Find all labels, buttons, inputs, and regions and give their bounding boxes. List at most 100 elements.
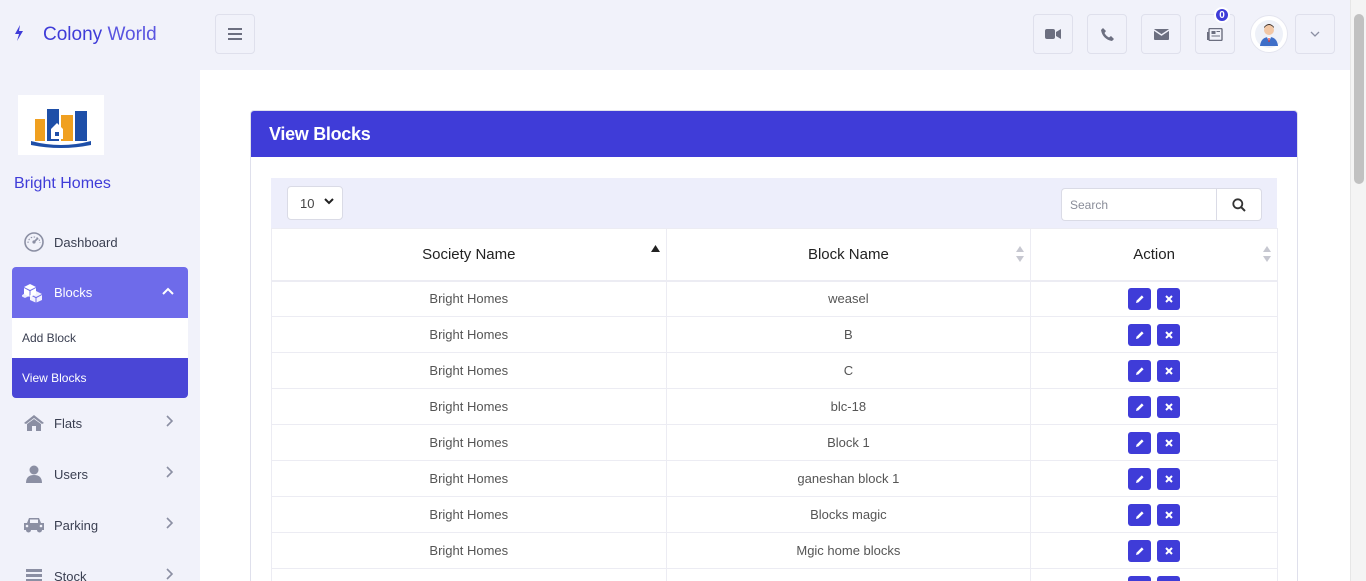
sort-both-icon — [1016, 246, 1025, 264]
chevron-right-icon — [166, 517, 174, 532]
table-toolbar: 10 — [271, 178, 1277, 228]
society-logo — [18, 95, 104, 155]
close-icon — [1164, 546, 1173, 555]
search-icon — [1232, 197, 1246, 212]
sidebar-item-users[interactable]: Users — [12, 454, 188, 494]
cell-society-name: Bright Homes — [271, 460, 667, 497]
cell-action — [1030, 388, 1278, 425]
close-icon — [1164, 402, 1173, 411]
edit-button[interactable] — [1128, 503, 1152, 526]
topbar: 0 — [200, 0, 1350, 70]
delete-button[interactable] — [1157, 503, 1181, 526]
delete-button[interactable] — [1157, 431, 1181, 454]
page-length-select[interactable]: 10 — [287, 186, 343, 220]
chevron-right-icon — [166, 568, 174, 581]
brand-name-part2: World — [107, 24, 157, 45]
sidebar-item-label: Stock — [54, 568, 87, 581]
delete-button[interactable] — [1157, 323, 1181, 346]
close-icon — [1164, 330, 1173, 339]
pencil-icon — [1135, 474, 1145, 484]
menu-toggle-button[interactable] — [215, 14, 255, 54]
car-icon — [22, 515, 46, 535]
cell-action — [1030, 424, 1278, 461]
delete-button[interactable] — [1157, 287, 1181, 310]
table-row: Bright Homes Blocks magic — [271, 496, 1278, 533]
scrollbar-thumb[interactable] — [1354, 14, 1364, 184]
edit-button[interactable] — [1128, 539, 1152, 562]
page-scrollbar[interactable] — [1350, 0, 1366, 581]
sidebar: Bright Homes Dashboard Blocks Add Block … — [0, 70, 200, 581]
cell-block-name: blc-18 — [665, 388, 1032, 425]
cell-block-name: ganeshan block 1 — [665, 460, 1032, 497]
pencil-icon — [1135, 546, 1145, 556]
video-call-button[interactable] — [1033, 14, 1073, 54]
edit-button[interactable] — [1128, 395, 1152, 418]
edit-button[interactable] — [1128, 467, 1152, 490]
sidebar-item-dashboard[interactable]: Dashboard — [12, 222, 188, 262]
edit-button[interactable] — [1128, 575, 1152, 581]
edit-button[interactable] — [1128, 431, 1152, 454]
sidebar-subitem-view-blocks[interactable]: View Blocks — [12, 358, 188, 398]
cell-block-name: Mgic home blocks — [665, 532, 1032, 569]
main-content: View Blocks 10 Society Name — [200, 70, 1350, 581]
sidebar-item-label: Dashboard — [54, 234, 118, 250]
cell-action — [1030, 352, 1278, 389]
table-row: Bright Homes Block 1 — [271, 424, 1278, 461]
cell-action — [1030, 532, 1278, 569]
pencil-icon — [1135, 510, 1145, 520]
delete-button[interactable] — [1157, 395, 1181, 418]
mail-button[interactable] — [1141, 14, 1181, 54]
bolt-icon — [14, 25, 32, 45]
delete-button[interactable] — [1157, 467, 1181, 490]
society-name: Bright Homes — [14, 175, 111, 192]
sort-both-icon — [1263, 246, 1271, 264]
notification-badge: 0 — [1214, 7, 1230, 23]
delete-button[interactable] — [1157, 575, 1181, 581]
cell-action — [1030, 280, 1278, 317]
column-header-block-name[interactable]: Block Name — [665, 228, 1032, 282]
sidebar-item-flats[interactable]: Flats — [12, 403, 188, 443]
page-length-value: 10 — [300, 195, 315, 211]
delete-button[interactable] — [1157, 539, 1181, 562]
column-header-label: Society Name — [422, 245, 516, 263]
notifications-button[interactable]: 0 — [1195, 7, 1235, 54]
table-row: Bright Homes ganeshan block 1 — [271, 460, 1278, 497]
building-logo-icon — [31, 109, 91, 148]
table-row: Bright Homes blc-18 — [271, 388, 1278, 425]
edit-button[interactable] — [1128, 359, 1152, 382]
sidebar-subitem-add-block[interactable]: Add Block — [12, 318, 188, 358]
avatar[interactable] — [1250, 15, 1288, 53]
sidebar-item-blocks[interactable]: Blocks — [12, 267, 188, 318]
edit-button[interactable] — [1128, 287, 1152, 310]
table-row: Bright Homes C — [271, 352, 1278, 389]
sidebar-item-label: Parking — [54, 517, 99, 533]
pencil-icon — [1135, 402, 1145, 412]
profile-dropdown-button[interactable] — [1295, 14, 1335, 54]
cell-block-name: B — [665, 316, 1032, 353]
chevron-right-icon — [166, 466, 174, 481]
close-icon — [1164, 295, 1173, 303]
phone-icon — [1100, 27, 1114, 41]
delete-button[interactable] — [1157, 359, 1181, 382]
chevron-up-icon — [162, 284, 174, 298]
column-header-society-name[interactable]: Society Name — [271, 228, 667, 282]
newspaper-icon — [1207, 27, 1223, 41]
column-header-action[interactable]: Action — [1030, 228, 1278, 282]
sidebar-item-stock[interactable]: Stock — [12, 556, 188, 581]
sidebar-item-parking[interactable]: Parking — [12, 505, 188, 545]
table-row: Bright Homes weasel — [271, 280, 1278, 317]
cell-action — [1030, 316, 1278, 353]
cell-society-name: Bright Homes — [271, 316, 667, 353]
cell-society-name: Bright Homes — [271, 532, 667, 569]
cell-society-name — [271, 568, 667, 581]
pencil-icon — [1135, 330, 1145, 340]
dashboard-icon — [22, 232, 46, 252]
edit-button[interactable] — [1128, 323, 1152, 346]
cell-block-name: C — [665, 352, 1032, 389]
search-input[interactable] — [1061, 188, 1217, 221]
brand[interactable]: Colony World — [0, 0, 200, 70]
search-button[interactable] — [1216, 188, 1262, 221]
phone-button[interactable] — [1087, 14, 1127, 54]
mail-icon — [1153, 28, 1169, 40]
pencil-icon — [1135, 438, 1145, 448]
